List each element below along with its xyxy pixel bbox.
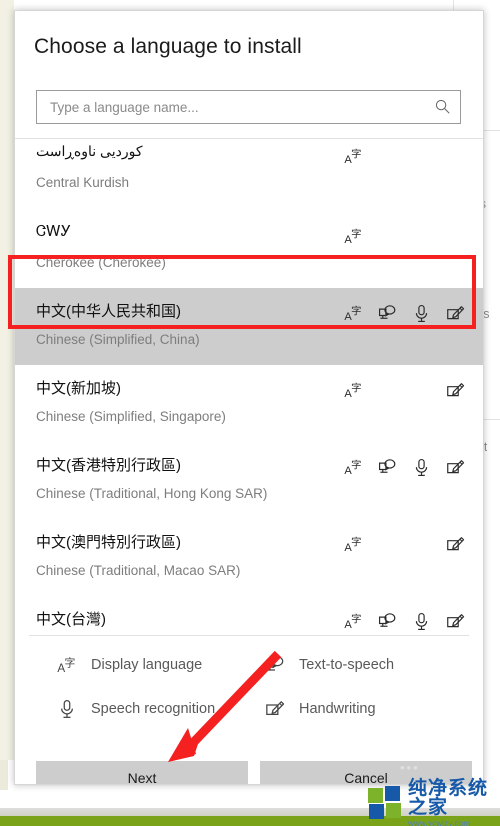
display-language-icon (344, 304, 363, 323)
search-icon[interactable] (434, 98, 451, 115)
feature-icon-empty (446, 227, 465, 246)
watermark-url: www.ycwjzy.com (408, 818, 471, 826)
language-list[interactable]: کوردیی ناوەڕاست Central Kurdish ᏣᎳᎩ Cheroke… (15, 139, 483, 634)
text-to-speech-icon (378, 304, 397, 323)
display-language-icon (344, 227, 363, 246)
display-language-icon (344, 147, 363, 166)
display-language-icon (57, 655, 77, 675)
feature-icon-empty (412, 227, 431, 246)
handwriting-icon (446, 612, 465, 631)
language-row[interactable]: 中文(香港特別行政區) Chinese (Traditional, Hong Ko… (15, 442, 483, 519)
language-feature-icons (344, 379, 465, 401)
language-feature-icons (344, 225, 465, 247)
legend-item: Speech recognition (57, 699, 215, 719)
handwriting-icon (446, 304, 465, 323)
language-native-name: 中文(澳門特別行政區) (36, 534, 181, 551)
choose-language-dialog: Choose a language to install کوردیی ناوە… (14, 10, 484, 785)
feature-icon-empty (412, 535, 431, 554)
search-box[interactable] (36, 90, 461, 124)
text-to-speech-icon (378, 612, 397, 631)
language-row[interactable]: 中文(新加坡) Chinese (Simplified, Singapore) (15, 365, 483, 442)
next-button[interactable]: Next (36, 761, 248, 784)
watermark-dots: ••• (400, 760, 420, 775)
feature-icon-empty (378, 535, 397, 554)
legend-item-label: Text-to-speech (299, 657, 395, 673)
handwriting-icon (446, 535, 465, 554)
handwriting-icon (265, 699, 285, 719)
display-language-icon (344, 535, 363, 554)
watermark-brand: 纯净系统之家 (408, 776, 489, 818)
feature-icon-empty (378, 381, 397, 400)
search-input[interactable] (48, 91, 422, 124)
language-feature-icons (344, 145, 465, 167)
feature-icon-empty (446, 147, 465, 166)
feature-icon-empty (378, 227, 397, 246)
language-english-name: Chinese (Simplified, Singapore) (36, 409, 226, 424)
speech-recognition-icon (412, 612, 431, 631)
language-native-name: 中文(香港特別行政區) (36, 457, 181, 474)
handwriting-icon (446, 458, 465, 477)
language-english-name: Central Kurdish (36, 175, 130, 190)
screen-root: his ses at t e Choose a language to inst… (0, 0, 500, 826)
display-language-icon (344, 612, 363, 631)
feature-icon-empty (412, 381, 431, 400)
legend-item-label: Display language (91, 657, 203, 673)
display-language-icon (344, 458, 363, 477)
speech-recognition-icon (412, 458, 431, 477)
legend-item: Handwriting (265, 699, 376, 719)
watermark-logo-icon (368, 786, 402, 820)
legend-item: Text-to-speech (265, 655, 394, 675)
language-row[interactable]: 中文(中华人民共和国) Chinese (Simplified, China) (15, 288, 483, 365)
language-native-name: 中文(台灣) (36, 611, 106, 628)
display-language-icon (344, 381, 363, 400)
feature-legend: Display language Text-to-speech Speech rec… (15, 647, 483, 737)
language-native-name: ᏣᎳᎩ (36, 223, 72, 240)
language-native-name: 中文(新加坡) (36, 380, 121, 397)
background-left-strip (0, 0, 14, 760)
language-english-name: Cherokee (Cherokee) (36, 255, 166, 270)
handwriting-icon (446, 381, 465, 400)
language-native-name: 中文(中华人民共和国) (36, 303, 181, 320)
speech-recognition-icon (412, 304, 431, 323)
feature-icon-empty (412, 147, 431, 166)
language-english-name: Chinese (Traditional, Hong Kong SAR) (36, 486, 268, 501)
text-to-speech-icon (378, 458, 397, 477)
page-title: Choose a language to install (34, 35, 302, 58)
language-english-name: Chinese (Simplified, China) (36, 332, 200, 347)
legend-item-label: Speech recognition (91, 701, 216, 717)
language-feature-icons (344, 610, 465, 632)
language-native-name: کوردیی ناوەڕاست (36, 143, 143, 159)
legend-item-label: Handwriting (299, 701, 376, 717)
language-feature-icons (344, 456, 465, 478)
watermark: 纯净系统之家 www.ycwjzy.com (368, 776, 500, 826)
legend-divider (29, 635, 469, 636)
language-row[interactable]: 中文(澳門特別行政區) Chinese (Traditional, Macao S… (15, 519, 483, 596)
language-row[interactable]: کوردیی ناوەڕاست Central Kurdish (15, 139, 483, 211)
language-english-name: Chinese (Traditional, Macao SAR) (36, 563, 241, 578)
language-row[interactable]: ᏣᎳᎩ Cherokee (Cherokee) (15, 211, 483, 288)
text-to-speech-icon (265, 655, 285, 675)
language-feature-icons (344, 533, 465, 555)
legend-item: Display language (57, 655, 202, 675)
language-row[interactable]: 中文(台灣)Chinese (Traditional, Taiwan) (15, 596, 483, 634)
language-feature-icons (344, 302, 465, 324)
speech-recognition-icon (57, 699, 77, 719)
feature-icon-empty (378, 147, 397, 166)
